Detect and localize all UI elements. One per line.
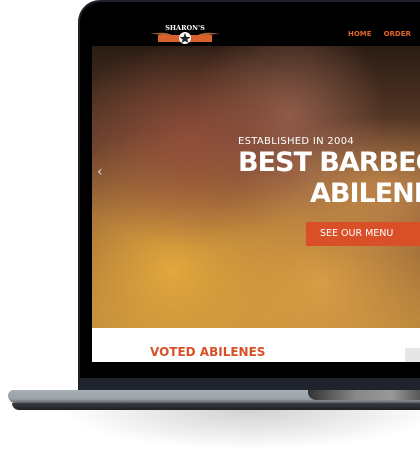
laptop-base-edge [12,403,420,410]
side-panel [405,348,420,362]
section-heading: VOTED ABILENES [150,345,266,359]
hero-banner: ‹ ESTABLISHED IN 2004 BEST BARBEC ABILEN… [92,46,420,328]
laptop-screen: SHARON'S HOME ORDER L ‹ ESTABLISHED IN 2… [92,8,420,362]
logo[interactable]: SHARON'S [150,22,220,46]
nav-order[interactable]: ORDER [384,30,411,38]
laptop-notch [308,390,420,400]
hero-eyebrow: ESTABLISHED IN 2004 [238,136,355,147]
site-nav: SHARON'S HOME ORDER L [92,8,420,46]
hero-title-line2: ABILENE [310,178,420,209]
nav-home[interactable]: HOME [348,30,372,38]
laptop-chin [80,362,420,378]
hero-title-line1: BEST BARBEC [238,147,420,178]
see-menu-button[interactable]: SEE OUR MENU [306,222,420,246]
chevron-left-icon[interactable]: ‹ [97,164,103,180]
svg-text:SHARON'S: SHARON'S [165,24,205,32]
laptop-hinge [78,378,420,390]
nav-links: HOME ORDER L [348,30,420,38]
content-section: VOTED ABILENES [92,328,420,362]
hero-text: ESTABLISHED IN 2004 BEST BARBEC ABILENE [238,136,420,209]
